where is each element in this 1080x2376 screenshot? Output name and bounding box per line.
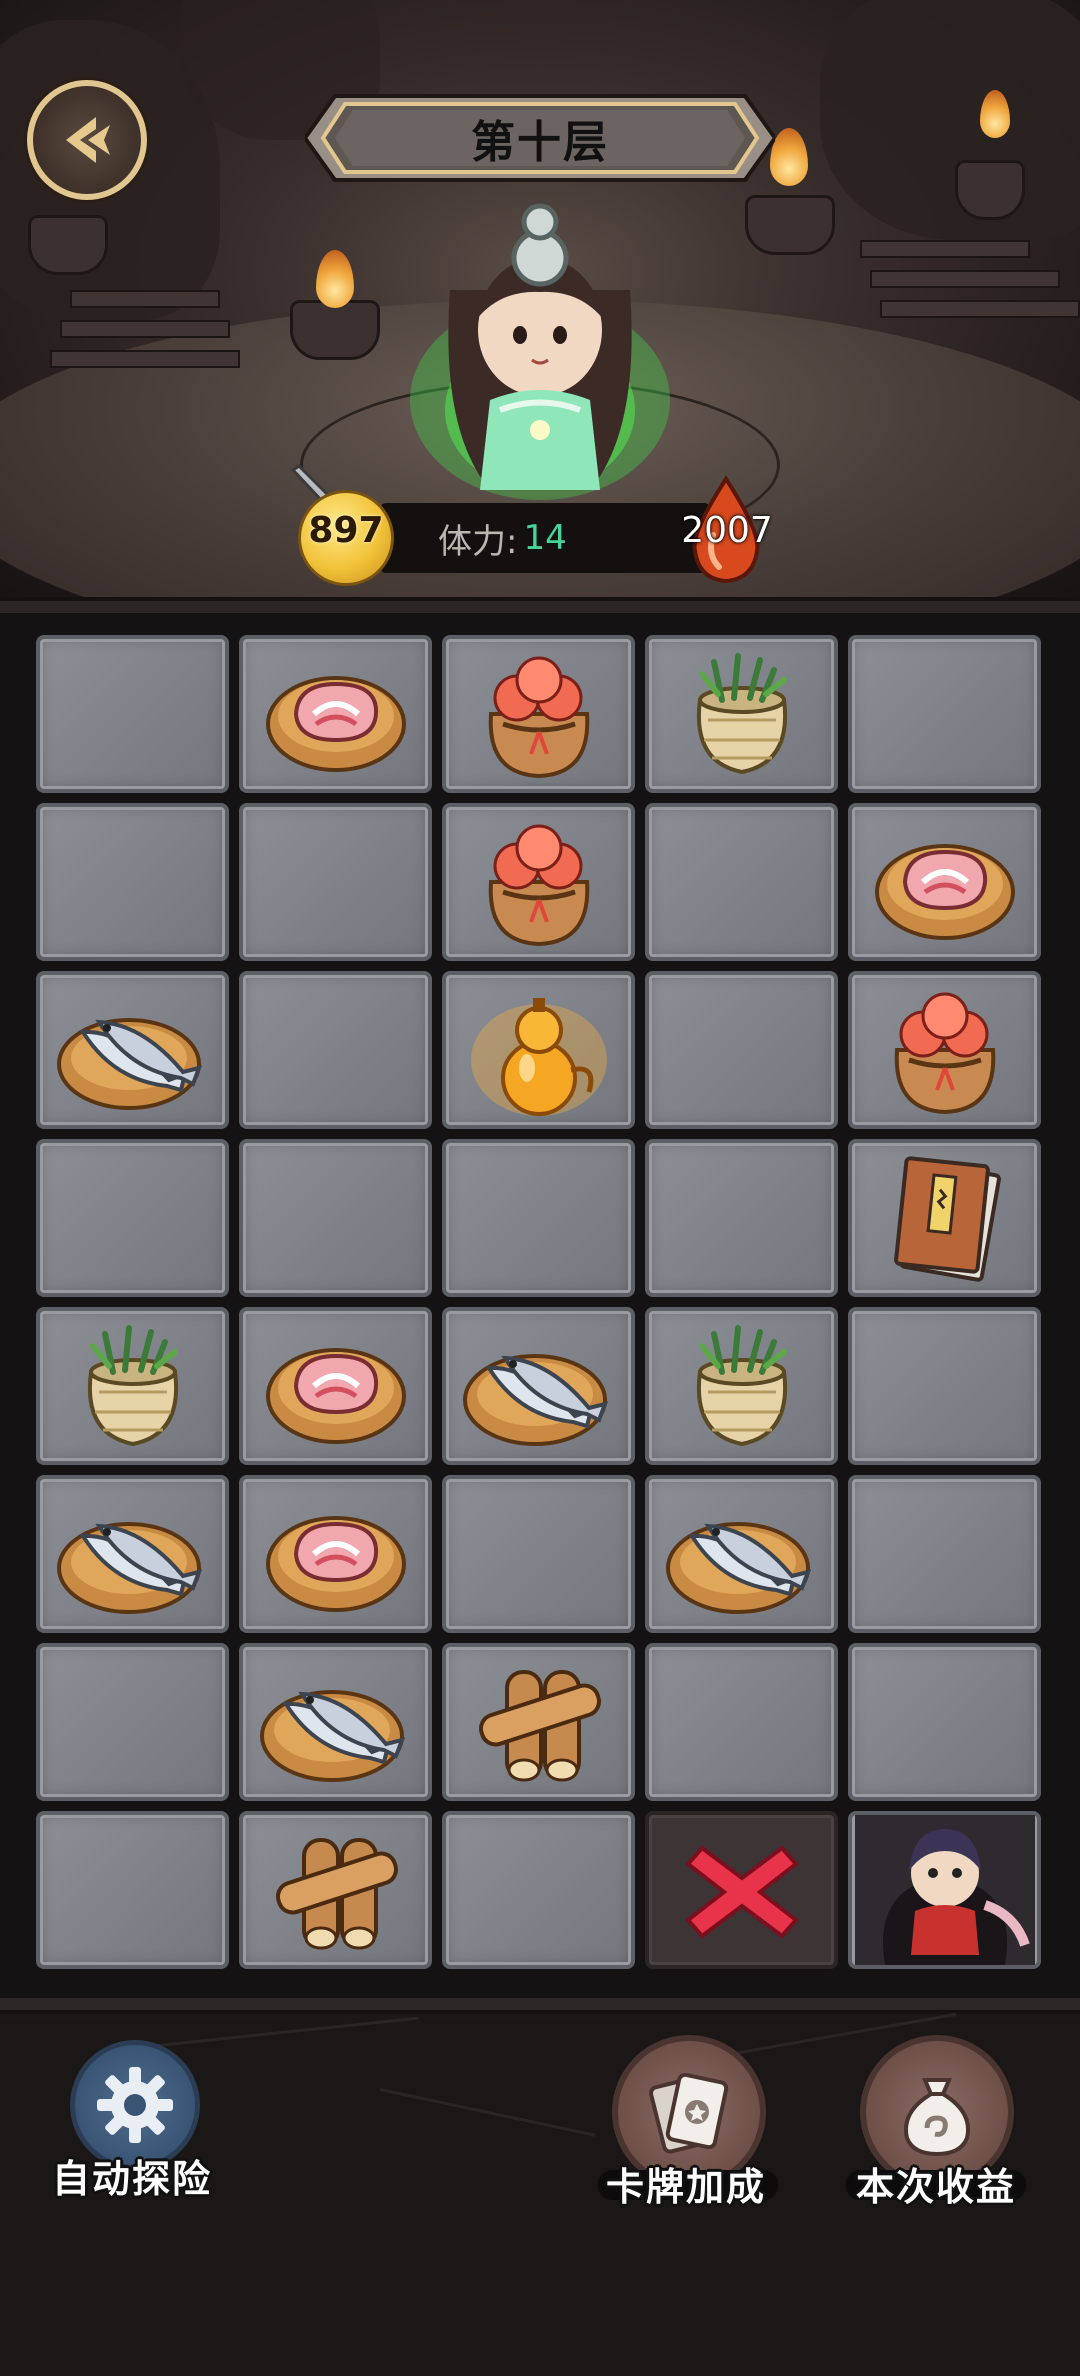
board-tile[interactable] — [36, 1811, 229, 1969]
board-tile[interactable] — [848, 1307, 1041, 1465]
board-tile[interactable] — [442, 1307, 635, 1465]
brazier — [290, 300, 380, 360]
board-tile[interactable] — [442, 1811, 635, 1969]
card-bonus-label[interactable]: 卡牌加成 — [606, 2156, 766, 2211]
fish-icon — [662, 1484, 822, 1624]
fish-icon — [256, 1652, 416, 1792]
flame — [316, 250, 354, 308]
peach-bag-icon — [865, 980, 1025, 1120]
board-tile[interactable] — [848, 1139, 1041, 1297]
board-tile[interactable] — [36, 971, 229, 1129]
board-tile[interactable] — [36, 1307, 229, 1465]
book-icon — [865, 1148, 1025, 1288]
board-tile[interactable] — [645, 971, 838, 1129]
fish-icon — [53, 1484, 213, 1624]
board-tile[interactable] — [442, 1643, 635, 1801]
board-tile[interactable] — [645, 1811, 838, 1969]
herb-basket-icon — [53, 1316, 213, 1456]
fish-icon — [459, 1316, 619, 1456]
peach-bag-icon — [459, 644, 619, 784]
character-icon — [854, 1815, 1035, 1965]
board-tile[interactable] — [239, 1139, 432, 1297]
board-tile[interactable] — [239, 1643, 432, 1801]
board-tile[interactable] — [442, 803, 635, 961]
wood-icon — [459, 1652, 619, 1792]
dungeon-board — [0, 613, 1080, 1998]
board-tile[interactable] — [645, 803, 838, 961]
board-tile[interactable] — [848, 635, 1041, 793]
meat-icon — [256, 1484, 416, 1624]
back-button[interactable] — [27, 80, 147, 200]
stamina-display: 体力: 14 — [438, 510, 567, 566]
exit-x-icon — [662, 1820, 822, 1960]
wood-icon — [256, 1820, 416, 1960]
board-tile[interactable] — [848, 1643, 1041, 1801]
board-tile[interactable] — [239, 635, 432, 793]
board-tile[interactable] — [848, 1475, 1041, 1633]
peach-bag-icon — [459, 812, 619, 952]
board-tile[interactable] — [645, 635, 838, 793]
brazier — [745, 195, 835, 255]
stamina-label: 体力: — [438, 521, 518, 562]
hero-character — [380, 200, 700, 510]
card-icon — [649, 2072, 729, 2154]
board-tile[interactable] — [239, 803, 432, 961]
flame — [770, 128, 808, 186]
herb-basket-icon — [662, 1316, 822, 1456]
brazier — [28, 215, 108, 275]
auto-explore-label[interactable]: 自动探险 — [52, 2148, 212, 2203]
board-tile[interactable] — [645, 1643, 838, 1801]
herb-basket-icon — [662, 644, 822, 784]
board-tile[interactable] — [36, 1139, 229, 1297]
board-tile[interactable] — [36, 803, 229, 961]
board-tile[interactable] — [239, 1811, 432, 1969]
brazier — [955, 160, 1025, 220]
board-tile[interactable] — [442, 1139, 635, 1297]
board-tile[interactable] — [645, 1139, 838, 1297]
board-tile[interactable] — [848, 1811, 1041, 1969]
money-bag-icon — [904, 2078, 970, 2157]
gear-icon — [97, 2067, 173, 2143]
board-tile[interactable] — [239, 971, 432, 1129]
board-tile[interactable] — [239, 1307, 432, 1465]
this-income-label[interactable]: 本次收益 — [856, 2156, 1016, 2211]
meat-icon — [256, 644, 416, 784]
board-tile[interactable] — [848, 971, 1041, 1129]
game-screen: 第十层 体力: 14 897 2007 自动探险 卡牌加成 本次收益 — [0, 0, 1080, 2376]
board-bottom-border — [0, 1998, 1080, 2014]
stamina-value: 14 — [523, 518, 567, 558]
board-tile[interactable] — [442, 635, 635, 793]
floor-title-banner: 第十层 — [305, 88, 775, 188]
fish-icon — [53, 980, 213, 1120]
board-tile[interactable] — [848, 803, 1041, 961]
floor-title: 第十层 — [471, 117, 609, 168]
board-tile[interactable] — [645, 1307, 838, 1465]
gourd-icon — [459, 980, 619, 1120]
board-tile[interactable] — [36, 635, 229, 793]
board-tile[interactable] — [442, 1475, 635, 1633]
board-tile[interactable] — [36, 1475, 229, 1633]
board-tile[interactable] — [442, 971, 635, 1129]
tile-grid — [36, 635, 1044, 1969]
blood-value: 2007 — [681, 510, 773, 551]
gold-value: 897 — [308, 510, 384, 551]
board-tile[interactable] — [239, 1475, 432, 1633]
board-top-border — [0, 597, 1080, 613]
meat-icon — [256, 1316, 416, 1456]
back-arrow-icon — [66, 117, 110, 163]
meat-icon — [865, 812, 1025, 952]
board-tile[interactable] — [36, 1643, 229, 1801]
board-tile[interactable] — [645, 1475, 838, 1633]
